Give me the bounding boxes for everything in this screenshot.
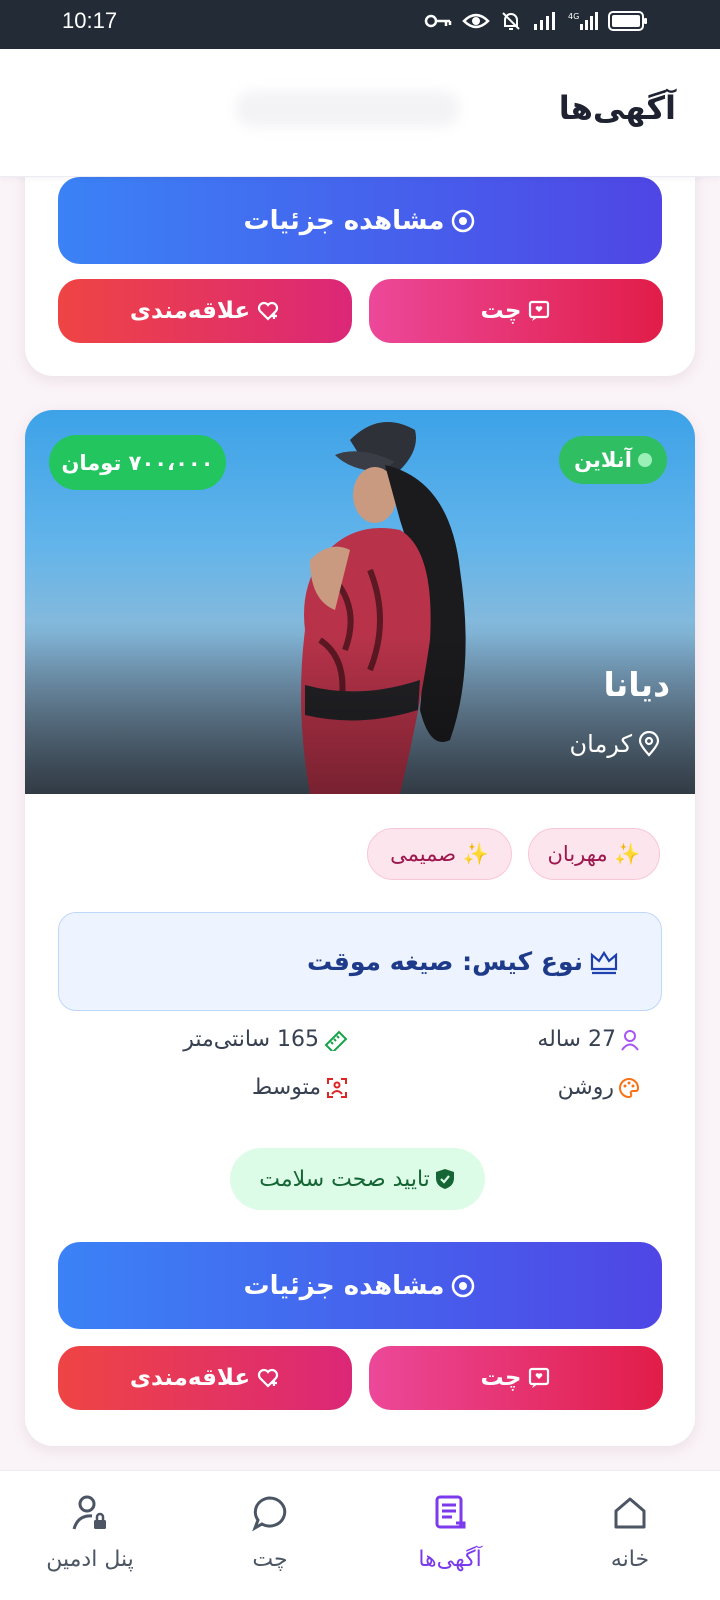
body-value: متوسط [251,1075,321,1100]
online-dot [637,453,652,467]
signal-4g-icon: 4G [568,12,598,30]
online-badge: آنلاین [559,436,667,484]
nav-item-chat[interactable]: چت [180,1471,360,1600]
body-stat: متوسط [252,1075,349,1100]
favorite-label: علاقه‌مندی [129,1365,251,1391]
nav-item-admin[interactable]: پنل ادمین [0,1471,180,1600]
key-icon [424,14,452,28]
nav-label-admin: پنل ادمین [46,1547,134,1572]
age-value: 27 ساله [537,1027,616,1052]
app-header: آگهی‌ها [0,49,720,177]
skin-value: روشن [557,1075,614,1100]
view-details-button[interactable]: مشاهده جزئیات [58,177,662,264]
document-icon [435,1495,466,1529]
status-time: 10:17 [62,8,118,33]
favorite-button[interactable]: علاقه‌مندی [58,1346,352,1410]
age-stat: 27 ساله [537,1027,640,1052]
price-badge: ۷۰۰،۰۰۰ تومان [49,435,226,490]
case-type-box: نوع کیس: صیغه موقت [58,912,662,1011]
eye-icon [452,209,475,232]
ruler-icon [324,1030,348,1051]
chat-button[interactable]: چت [369,279,663,343]
skin-stat: روشن [558,1075,640,1100]
favorite-label: علاقه‌مندی [129,298,251,324]
svg-text:4G: 4G [568,12,579,21]
shield-check-icon [435,1169,454,1189]
heart-plus-icon [258,1368,279,1388]
chat-bubble-icon [252,1496,287,1532]
health-label: تایید صحت سلامت [259,1166,430,1192]
height-stat: 165 سانتی‌متر [183,1027,349,1052]
page-title: آگهی‌ها [558,89,676,127]
view-details-button[interactable]: مشاهده جزئیات [58,1242,662,1329]
signal-icon [534,12,555,30]
ad-card-previous: مشاهده جزئیات چت علاقه‌مندی [25,150,695,376]
heart-plus-icon [258,301,279,321]
case-type-label: نوع کیس: صیغه موقت [307,947,583,976]
location-pin-icon [638,731,660,757]
favorite-button[interactable]: علاقه‌مندی [58,279,352,343]
profile-city: کرمان [570,730,662,758]
nav-label-ads: آگهی‌ها [418,1547,482,1572]
photo-shade [25,634,695,794]
nav-item-ads[interactable]: آگهی‌ها [360,1471,540,1600]
palette-icon [619,1077,640,1098]
home-icon [614,1497,646,1529]
status-bar: 10:17 4G [0,0,720,49]
header-blurred-element [235,91,460,127]
online-label: آنلاین [574,448,632,472]
city-label: کرمان [569,730,632,758]
view-details-label: مشاهده جزئیات [243,1270,445,1301]
eye-icon [462,13,490,29]
status-icons: 4G [424,10,648,32]
chat-label: چت [480,1365,522,1391]
height-value: 165 سانتی‌متر [183,1027,319,1052]
tag-chip: ✨ صمیمی [367,828,512,880]
tag-chip: ✨ مهربان [528,828,660,880]
ad-card[interactable]: ۷۰۰،۰۰۰ تومان آنلاین دیانا کرمان ✨ مهربا… [25,410,695,1446]
user-lock-icon [72,1495,106,1530]
user-icon [621,1029,639,1051]
nav-label-chat: چت [252,1547,288,1572]
bottom-nav: خانه آگهی‌ها چت پنل ادمین [0,1470,720,1600]
health-verified-badge: تایید صحت سلامت [230,1148,485,1210]
chat-icon [529,300,550,321]
view-details-label: مشاهده جزئیات [243,205,445,236]
chat-label: چت [480,298,522,324]
mute-bell-icon [502,12,520,30]
nav-label-home: خانه [610,1547,650,1572]
body-scan-icon [327,1077,347,1098]
eye-icon [452,1274,475,1297]
profile-photo: ۷۰۰،۰۰۰ تومان آنلاین دیانا کرمان [25,410,695,794]
chat-button[interactable]: چت [369,1346,663,1410]
crown-icon [590,950,618,974]
profile-name: دیانا [603,665,671,704]
battery-icon [608,11,647,31]
chat-icon [529,1367,550,1388]
nav-item-home[interactable]: خانه [540,1471,720,1600]
